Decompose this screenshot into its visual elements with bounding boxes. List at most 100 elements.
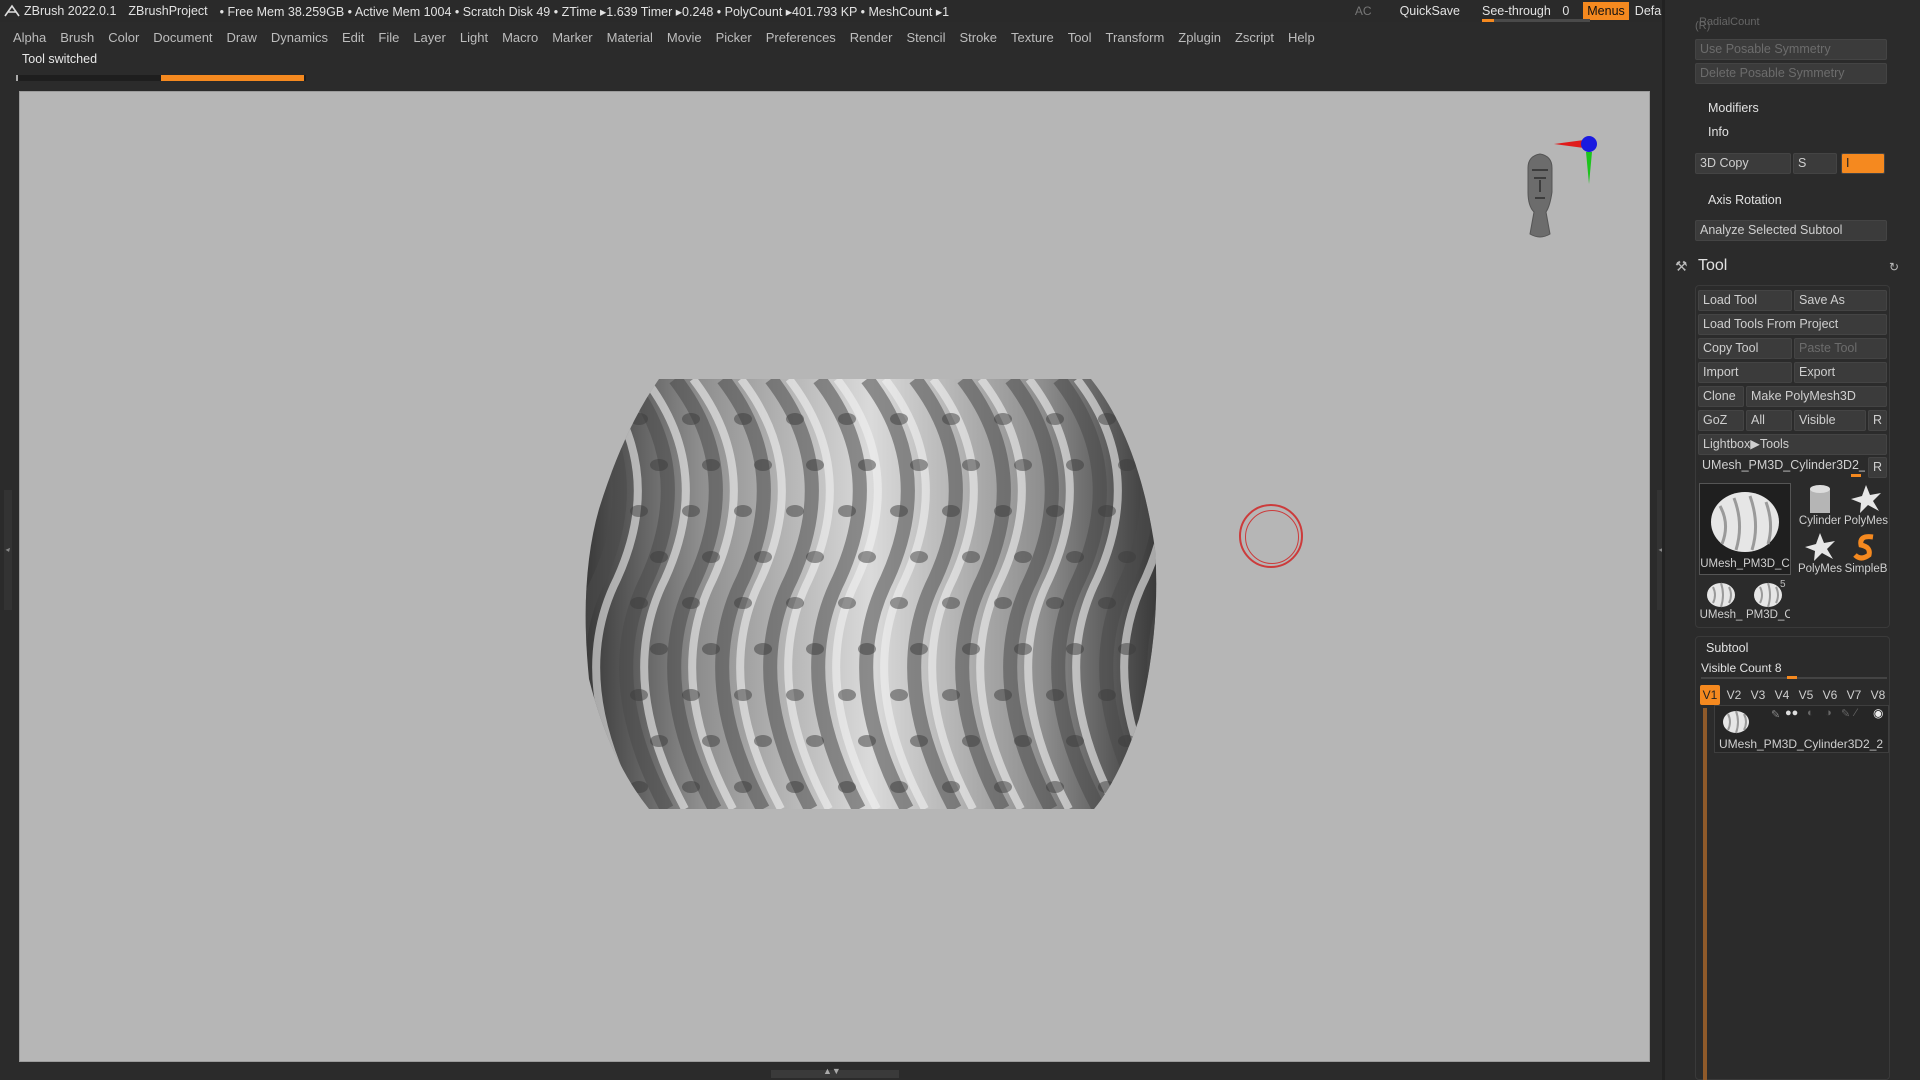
menu-preferences[interactable]: Preferences bbox=[766, 30, 836, 45]
bottom-tray-handle[interactable]: ▲▼ bbox=[771, 1066, 899, 1078]
clone-button[interactable]: Clone bbox=[1698, 386, 1744, 407]
menu-color[interactable]: Color bbox=[108, 30, 139, 45]
subtool-list-scrollbar[interactable] bbox=[1703, 708, 1707, 1080]
tool-palette-title[interactable]: Tool bbox=[1698, 257, 1727, 275]
see-through-track[interactable] bbox=[1482, 19, 1591, 22]
quicksave-button[interactable]: QuickSave bbox=[1400, 4, 1460, 18]
mesh-hole bbox=[890, 597, 908, 609]
notification-text: Tool switched bbox=[22, 52, 98, 66]
polymesh-star-icon bbox=[1851, 485, 1881, 513]
goz-r-button[interactable]: R bbox=[1868, 410, 1887, 431]
menu-document[interactable]: Document bbox=[153, 30, 212, 45]
subtool-visibility-dots-icon[interactable]: ●● bbox=[1785, 707, 1798, 719]
menu-stencil[interactable]: Stencil bbox=[906, 30, 945, 45]
info-header[interactable]: Info bbox=[1708, 125, 1729, 139]
analyze-selected-subtool-button[interactable]: Analyze Selected Subtool bbox=[1695, 220, 1887, 241]
make-polymesh3d-button[interactable]: Make PolyMesh3D bbox=[1746, 386, 1887, 407]
menu-transform[interactable]: Transform bbox=[1106, 30, 1165, 45]
menu-stroke[interactable]: Stroke bbox=[959, 30, 997, 45]
subtool-polygroup-icon[interactable]: ◐ bbox=[1807, 707, 1814, 719]
tool-thumb-cylinder[interactable]: Cylinder bbox=[1797, 483, 1843, 529]
menu-zscript[interactable]: Zscript bbox=[1235, 30, 1274, 45]
menu-render[interactable]: Render bbox=[850, 30, 893, 45]
subtool-pen-icon[interactable]: ⁄ bbox=[1855, 707, 1857, 719]
load-tool-button[interactable]: Load Tool bbox=[1698, 290, 1792, 311]
mesh-hole bbox=[1046, 413, 1064, 425]
subtool-item[interactable]: ✎ ●● ◐ ◑ ✎ ⁄ ◉ UMesh_PM3D_Cylinder3D2_2 bbox=[1714, 705, 1889, 753]
tool-thumb-simplebrush[interactable]: SimpleB bbox=[1843, 531, 1889, 577]
menus-toggle[interactable]: Menus bbox=[1583, 2, 1629, 20]
axis-rotation-header[interactable]: Axis Rotation bbox=[1708, 193, 1782, 207]
goz-visible-button[interactable]: Visible bbox=[1794, 410, 1866, 431]
load-tools-from-project-button[interactable]: Load Tools From Project bbox=[1698, 314, 1887, 335]
ac-button[interactable]: AC bbox=[1355, 4, 1372, 18]
goz-all-button[interactable]: All bbox=[1746, 410, 1792, 431]
menu-marker[interactable]: Marker bbox=[552, 30, 592, 45]
paste-tool-button[interactable]: Paste Tool bbox=[1794, 338, 1887, 359]
menu-movie[interactable]: Movie bbox=[667, 30, 702, 45]
subtool-eye-icon[interactable]: ◉ bbox=[1873, 706, 1883, 720]
menu-dynamics[interactable]: Dynamics bbox=[271, 30, 328, 45]
import-button[interactable]: Import bbox=[1698, 362, 1792, 383]
visible-count-slider[interactable]: Visible Count 8 bbox=[1701, 661, 1782, 675]
subtool-version-v8[interactable]: V8 bbox=[1868, 685, 1888, 705]
menu-tool[interactable]: Tool bbox=[1068, 30, 1092, 45]
menu-alpha[interactable]: Alpha bbox=[13, 30, 46, 45]
menu-light[interactable]: Light bbox=[460, 30, 488, 45]
tool-thumb-polymesh-2[interactable]: PolyMes bbox=[1797, 531, 1843, 577]
3d-copy-button[interactable]: 3D Copy bbox=[1695, 153, 1791, 174]
mesh-hole bbox=[734, 505, 752, 517]
left-tray-handle[interactable]: ◂ bbox=[4, 490, 12, 610]
menu-macro[interactable]: Macro bbox=[502, 30, 538, 45]
menu-brush[interactable]: Brush bbox=[60, 30, 94, 45]
subtool-version-v1[interactable]: V1 bbox=[1700, 685, 1720, 705]
subtool-header[interactable]: Subtool bbox=[1706, 641, 1748, 655]
refresh-icon[interactable]: ↻ bbox=[1889, 260, 1899, 274]
tool-thumb-umesh-small[interactable]: UMesh_ bbox=[1699, 579, 1743, 625]
subtool-version-v2[interactable]: V2 bbox=[1724, 685, 1744, 705]
goz-button[interactable]: GoZ bbox=[1698, 410, 1744, 431]
menu-texture[interactable]: Texture bbox=[1011, 30, 1054, 45]
modifiers-header[interactable]: Modifiers bbox=[1708, 101, 1759, 115]
menu-picker[interactable]: Picker bbox=[716, 30, 752, 45]
subtool-version-v7[interactable]: V7 bbox=[1844, 685, 1864, 705]
s-button[interactable]: S bbox=[1793, 153, 1837, 174]
visible-count-knob[interactable] bbox=[1787, 676, 1797, 679]
menu-layer[interactable]: Layer bbox=[413, 30, 446, 45]
subtool-version-v4[interactable]: V4 bbox=[1772, 685, 1792, 705]
canvas-viewport[interactable] bbox=[19, 91, 1650, 1062]
current-tool-r-button[interactable]: R bbox=[1868, 457, 1887, 478]
subtool-version-v3[interactable]: V3 bbox=[1748, 685, 1768, 705]
delete-posable-symmetry-button[interactable]: Delete Posable Symmetry bbox=[1695, 63, 1887, 84]
menu-zplugin[interactable]: Zplugin bbox=[1178, 30, 1221, 45]
menu-edit[interactable]: Edit bbox=[342, 30, 364, 45]
tool-thumb-pm3d-small[interactable]: 5 PM3D_C bbox=[1746, 579, 1790, 625]
subtool-version-v5[interactable]: V5 bbox=[1796, 685, 1816, 705]
current-tool-slider[interactable]: UMesh_PM3D_Cylinder3D2_2 bbox=[1698, 456, 1865, 477]
menu-material[interactable]: Material bbox=[607, 30, 653, 45]
subtool-dynamesh-icon[interactable]: ◑ bbox=[1825, 707, 1832, 719]
tool-thumb-polymesh-1[interactable]: PolyMes bbox=[1843, 483, 1889, 529]
see-through-slider[interactable]: See-through 0 bbox=[1482, 4, 1591, 22]
menu-file[interactable]: File bbox=[378, 30, 399, 45]
copy-tool-button[interactable]: Copy Tool bbox=[1698, 338, 1792, 359]
mesh-hole bbox=[682, 505, 700, 517]
subtool-version-v6[interactable]: V6 bbox=[1820, 685, 1840, 705]
menu-draw[interactable]: Draw bbox=[227, 30, 257, 45]
lightbox-tools-button[interactable]: Lightbox▶Tools bbox=[1698, 434, 1887, 455]
export-button[interactable]: Export bbox=[1794, 362, 1887, 383]
mesh-hole bbox=[1066, 551, 1084, 563]
navigation-gizmo[interactable] bbox=[1520, 122, 1610, 262]
menu-help[interactable]: Help bbox=[1288, 30, 1315, 45]
tool-thumb-main[interactable]: UMesh_PM3D_C bbox=[1699, 483, 1791, 575]
subtool-edit-icon[interactable]: ✎ bbox=[1841, 707, 1850, 720]
i-button[interactable]: I bbox=[1841, 153, 1885, 174]
save-as-button[interactable]: Save As bbox=[1794, 290, 1887, 311]
use-posable-symmetry-button[interactable]: Use Posable Symmetry bbox=[1695, 39, 1887, 60]
mesh-hole bbox=[806, 643, 824, 655]
mesh-hole bbox=[994, 413, 1012, 425]
subtool-brush-icon[interactable]: ✎ bbox=[1771, 708, 1780, 721]
app-title: ZBrush 2022.0.1 bbox=[24, 4, 117, 18]
visible-count-track[interactable] bbox=[1701, 676, 1887, 679]
current-tool-slider-knob[interactable] bbox=[1851, 474, 1861, 477]
